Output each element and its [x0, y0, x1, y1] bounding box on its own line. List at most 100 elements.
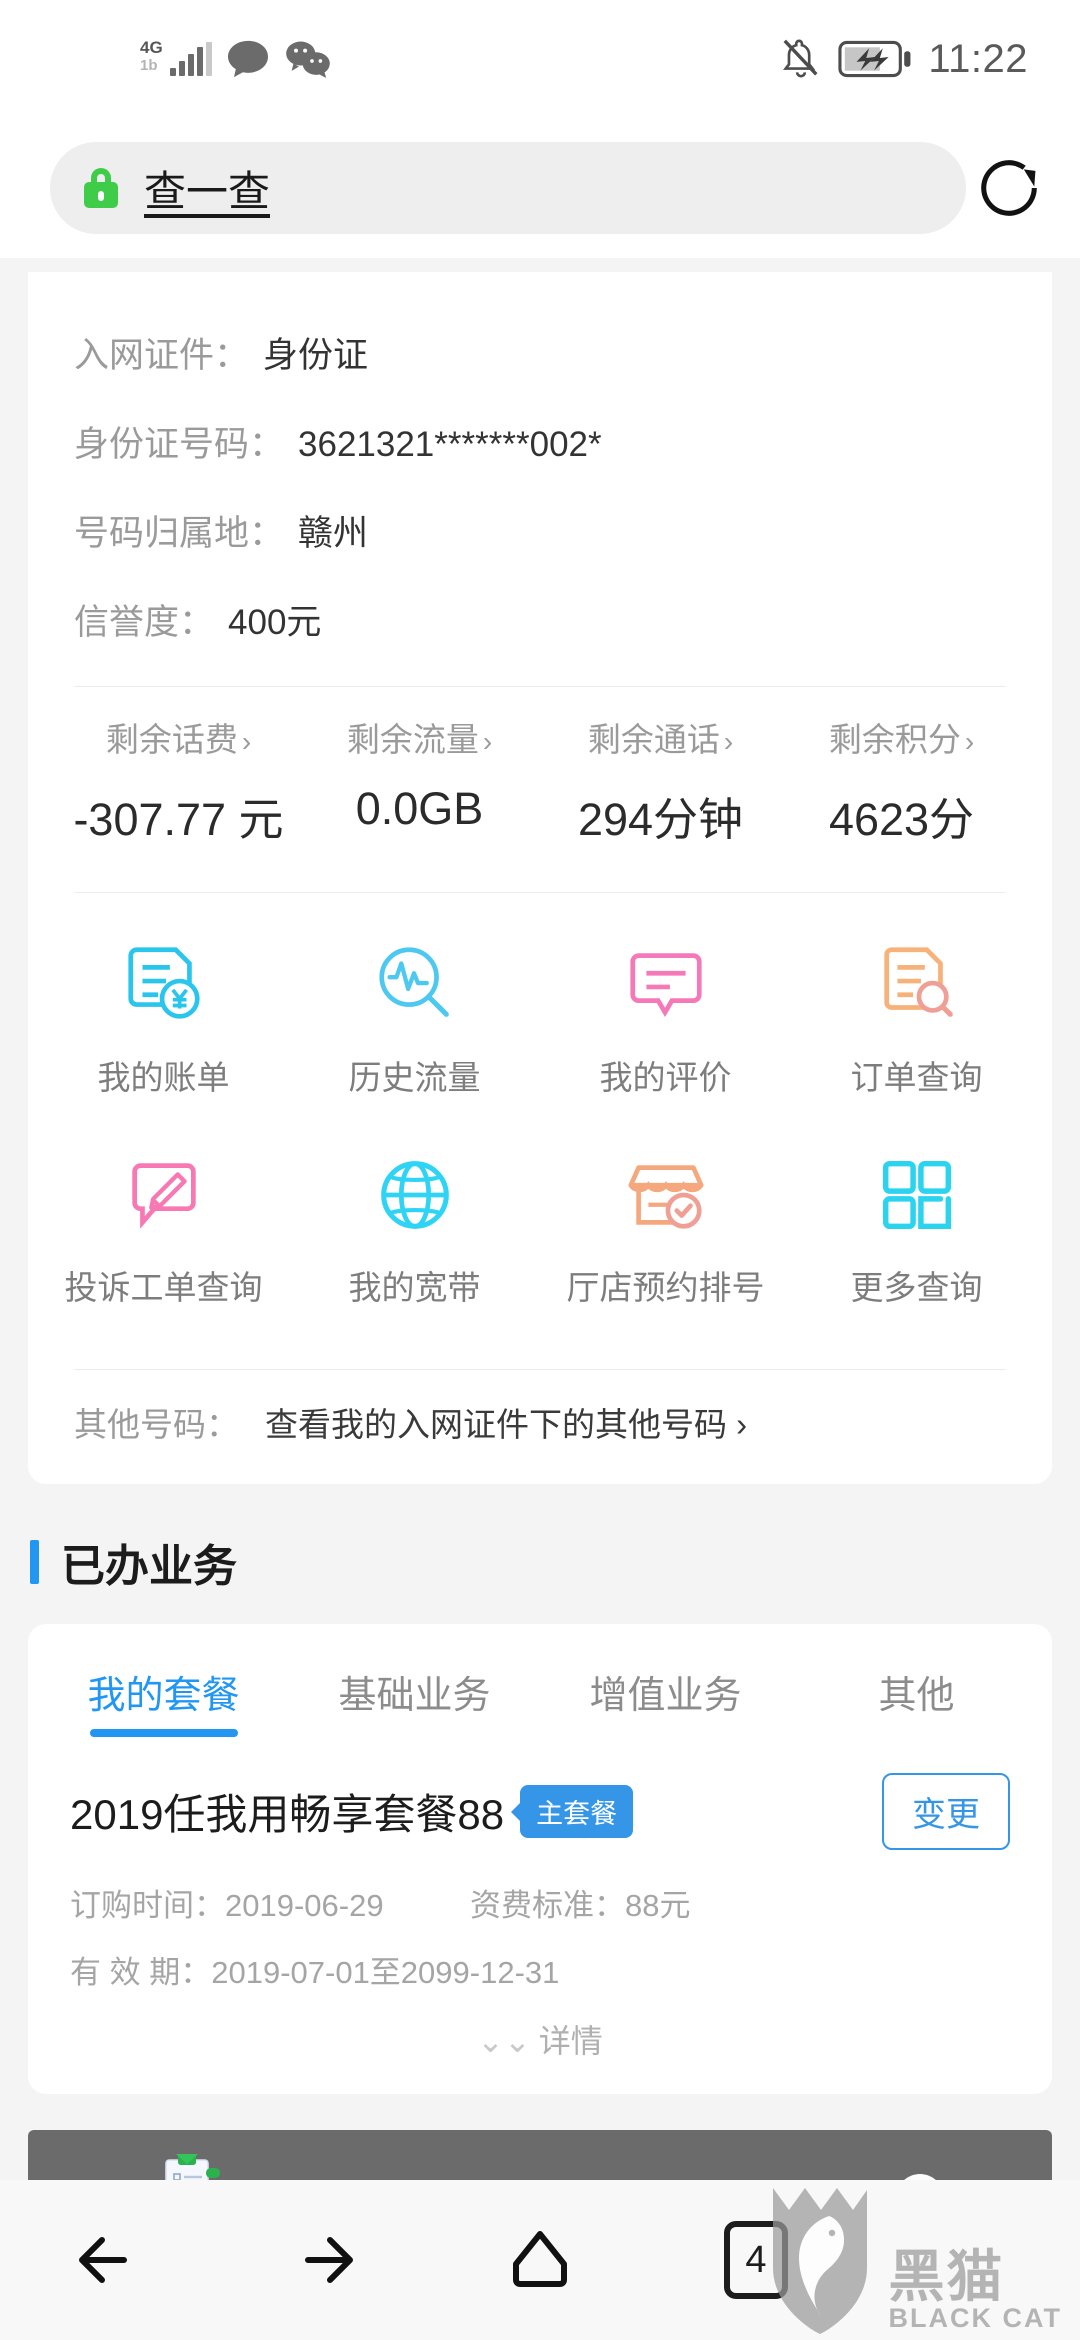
account-info-list: 入网证件： 身份证 身份证号码： 3621321*******002* 号码归属… — [28, 286, 1052, 672]
account-info-row: 号码归属地： 赣州 — [74, 486, 1006, 575]
package-detail-toggle[interactable]: ⌄⌄ 详情 — [70, 1992, 1010, 2076]
nav-forward-button[interactable] — [216, 2216, 432, 2304]
stat-label: 剩余通话 › — [587, 721, 734, 758]
watermark-en: BLACK CAT — [888, 2303, 1062, 2333]
stat-label: 剩余积分 › — [828, 721, 975, 758]
shortcut-grid: 我的账单 历史流量 我的评价 订单查询 投诉工单查询 我的宽带 厅店预约排号 更… — [28, 893, 1052, 1355]
network-sub-label: 1b — [140, 57, 158, 74]
black-cat-logo-icon — [772, 2188, 867, 2334]
shortcut-my-review[interactable]: 我的评价 — [540, 917, 791, 1127]
sms-bubble-icon — [228, 40, 268, 78]
info-value: 400元 — [228, 603, 322, 642]
chevron-right-icon: › — [241, 726, 252, 757]
arrow-left-icon — [79, 2237, 127, 2283]
watermark-cn: 黑猫 — [888, 2244, 1005, 2308]
bill-document-yen-icon — [40, 937, 287, 1033]
nav-home-button[interactable] — [432, 2216, 648, 2304]
shortcut-label: 历史流量 — [348, 1059, 481, 1096]
stat-remaining-data[interactable]: 剩余流量 › 0.0GB — [299, 713, 540, 848]
data-waveform-search-icon — [291, 937, 538, 1033]
store-checked-icon — [542, 1147, 789, 1243]
change-package-button[interactable]: 变更 — [882, 1773, 1010, 1850]
network-type-label: 4G — [140, 38, 163, 57]
other-numbers-link[interactable]: 查看我的入网证件下的其他号码 › — [265, 1398, 747, 1446]
stat-value: 0.0GB — [355, 783, 484, 834]
fee-standard: 资费标准：88元 — [470, 1880, 690, 1925]
battery-charging-icon — [838, 40, 911, 78]
stat-label: 剩余话费 › — [105, 721, 252, 758]
tab-value-added[interactable]: 增值业务 — [540, 1624, 791, 1745]
account-info-row: 身份证号码： 3621321*******002* — [74, 397, 1006, 486]
chevron-double-down-icon: ⌄⌄ — [477, 2023, 531, 2059]
nav-back-button[interactable] — [0, 2216, 216, 2304]
reload-icon — [981, 160, 1037, 216]
more-grid-icon — [793, 1147, 1040, 1243]
stat-remaining-balance[interactable]: 剩余话费 › -307.77 元 — [58, 713, 299, 848]
shortcut-complaint-search[interactable]: 投诉工单查询 — [38, 1127, 289, 1337]
other-numbers-row[interactable]: 其他号码： 查看我的入网证件下的其他号码 › — [28, 1370, 1052, 1484]
stat-remaining-points[interactable]: 剩余积分 › 4623分 — [781, 713, 1022, 848]
shortcut-store-booking[interactable]: 厅店预约排号 — [540, 1127, 791, 1337]
shortcut-label: 我的账单 — [97, 1059, 230, 1096]
section-header-business: 已办业务 — [0, 1484, 1080, 1624]
business-tabs: 我的套餐 基础业务 增值业务 其他 — [28, 1624, 1052, 1745]
browser-bottom-nav: 4 黑猫 BLACK CAT — [0, 2180, 1080, 2340]
status-bar-left: 4G 1b — [140, 39, 332, 79]
fee-value: 88元 — [625, 1888, 691, 1923]
shortcut-label: 我的宽带 — [348, 1269, 481, 1306]
shortcut-history-data[interactable]: 历史流量 — [289, 917, 540, 1127]
validity-label: 有 效 期： — [70, 1955, 212, 1990]
order-time-label: 订购时间： — [70, 1888, 225, 1923]
business-card: 我的套餐 基础业务 增值业务 其他 2019任我用畅享套餐88 主套餐 变更 订… — [28, 1624, 1052, 2094]
bell-muted-icon — [783, 39, 818, 78]
home-icon — [513, 2231, 567, 2287]
shortcut-my-broadband[interactable]: 我的宽带 — [289, 1127, 540, 1337]
shortcut-label: 厅店预约排号 — [566, 1269, 765, 1306]
stat-value: 4623分 — [828, 794, 975, 845]
broadband-globe-icon — [291, 1147, 538, 1243]
tab-other[interactable]: 其他 — [791, 1624, 1042, 1745]
info-value: 身份证 — [263, 336, 369, 375]
account-info-row: 信誉度： 400元 — [74, 575, 1006, 664]
stat-remaining-minutes[interactable]: 剩余通话 › 294分钟 — [540, 713, 781, 848]
account-info-card: 入网证件： 身份证 身份证号码： 3621321*******002* 号码归属… — [28, 272, 1052, 1484]
shortcut-label: 我的评价 — [599, 1059, 732, 1096]
page-content[interactable]: 入网证件： 身份证 身份证号码： 3621321*******002* 号码归属… — [0, 258, 1080, 2230]
fee-label: 资费标准： — [470, 1888, 625, 1923]
phone-screen: 4G 1b 11:22 查一查 入网证件： 身份证 身份证号码： 3621321… — [0, 0, 1080, 2340]
balance-stats-row: 剩余话费 › -307.77 元 剩余流量 › 0.0GB 剩余通话 › 294分钟 … — [28, 687, 1052, 878]
clock: 11:22 — [928, 36, 1028, 81]
shortcut-my-bill[interactable]: 我的账单 — [38, 917, 289, 1127]
package-header: 2019任我用畅享套餐88 主套餐 变更 — [70, 1773, 1010, 1850]
validity-value: 2019-07-01至2099-12-31 — [211, 1955, 560, 1990]
chevron-right-icon: › — [482, 726, 493, 757]
tab-basic-business[interactable]: 基础业务 — [289, 1624, 540, 1745]
order-search-icon — [793, 937, 1040, 1033]
stat-label: 剩余流量 › — [346, 721, 493, 758]
info-value: 3621321*******002* — [298, 425, 602, 464]
shortcut-more-search[interactable]: 更多查询 — [791, 1127, 1042, 1337]
package-validity-row: 有 效 期：2019-07-01至2099-12-31 — [70, 1947, 1010, 1992]
tab-my-package[interactable]: 我的套餐 — [38, 1624, 289, 1745]
shortcut-label: 订单查询 — [850, 1059, 983, 1096]
order-time-value: 2019-06-29 — [225, 1888, 384, 1923]
chevron-right-icon: › — [964, 726, 975, 757]
address-bar[interactable]: 查一查 — [50, 142, 966, 234]
green-lock-icon — [84, 168, 118, 208]
review-bubble-icon — [542, 937, 789, 1033]
section-title: 已办业务 — [61, 1542, 237, 1591]
status-bar: 4G 1b 11:22 — [0, 0, 1080, 118]
package-meta-row: 订购时间：2019-06-29 资费标准：88元 — [70, 1880, 1010, 1925]
info-label: 信誉度： — [74, 603, 215, 642]
arrow-right-icon — [305, 2237, 353, 2283]
package-name: 2019任我用畅享套餐88 — [70, 1791, 505, 1838]
package-item: 2019任我用畅享套餐88 主套餐 变更 订购时间：2019-06-29 资费标… — [28, 1745, 1052, 2094]
other-numbers-label: 其他号码： — [74, 1406, 239, 1443]
info-value: 赣州 — [298, 514, 369, 553]
reload-button[interactable] — [966, 142, 1052, 234]
shortcut-label: 更多查询 — [850, 1269, 983, 1306]
info-label: 入网证件： — [74, 336, 250, 375]
info-label: 号码归属地： — [74, 514, 285, 553]
address-bar-text: 查一查 — [144, 167, 271, 215]
shortcut-order-search[interactable]: 订单查询 — [791, 917, 1042, 1127]
